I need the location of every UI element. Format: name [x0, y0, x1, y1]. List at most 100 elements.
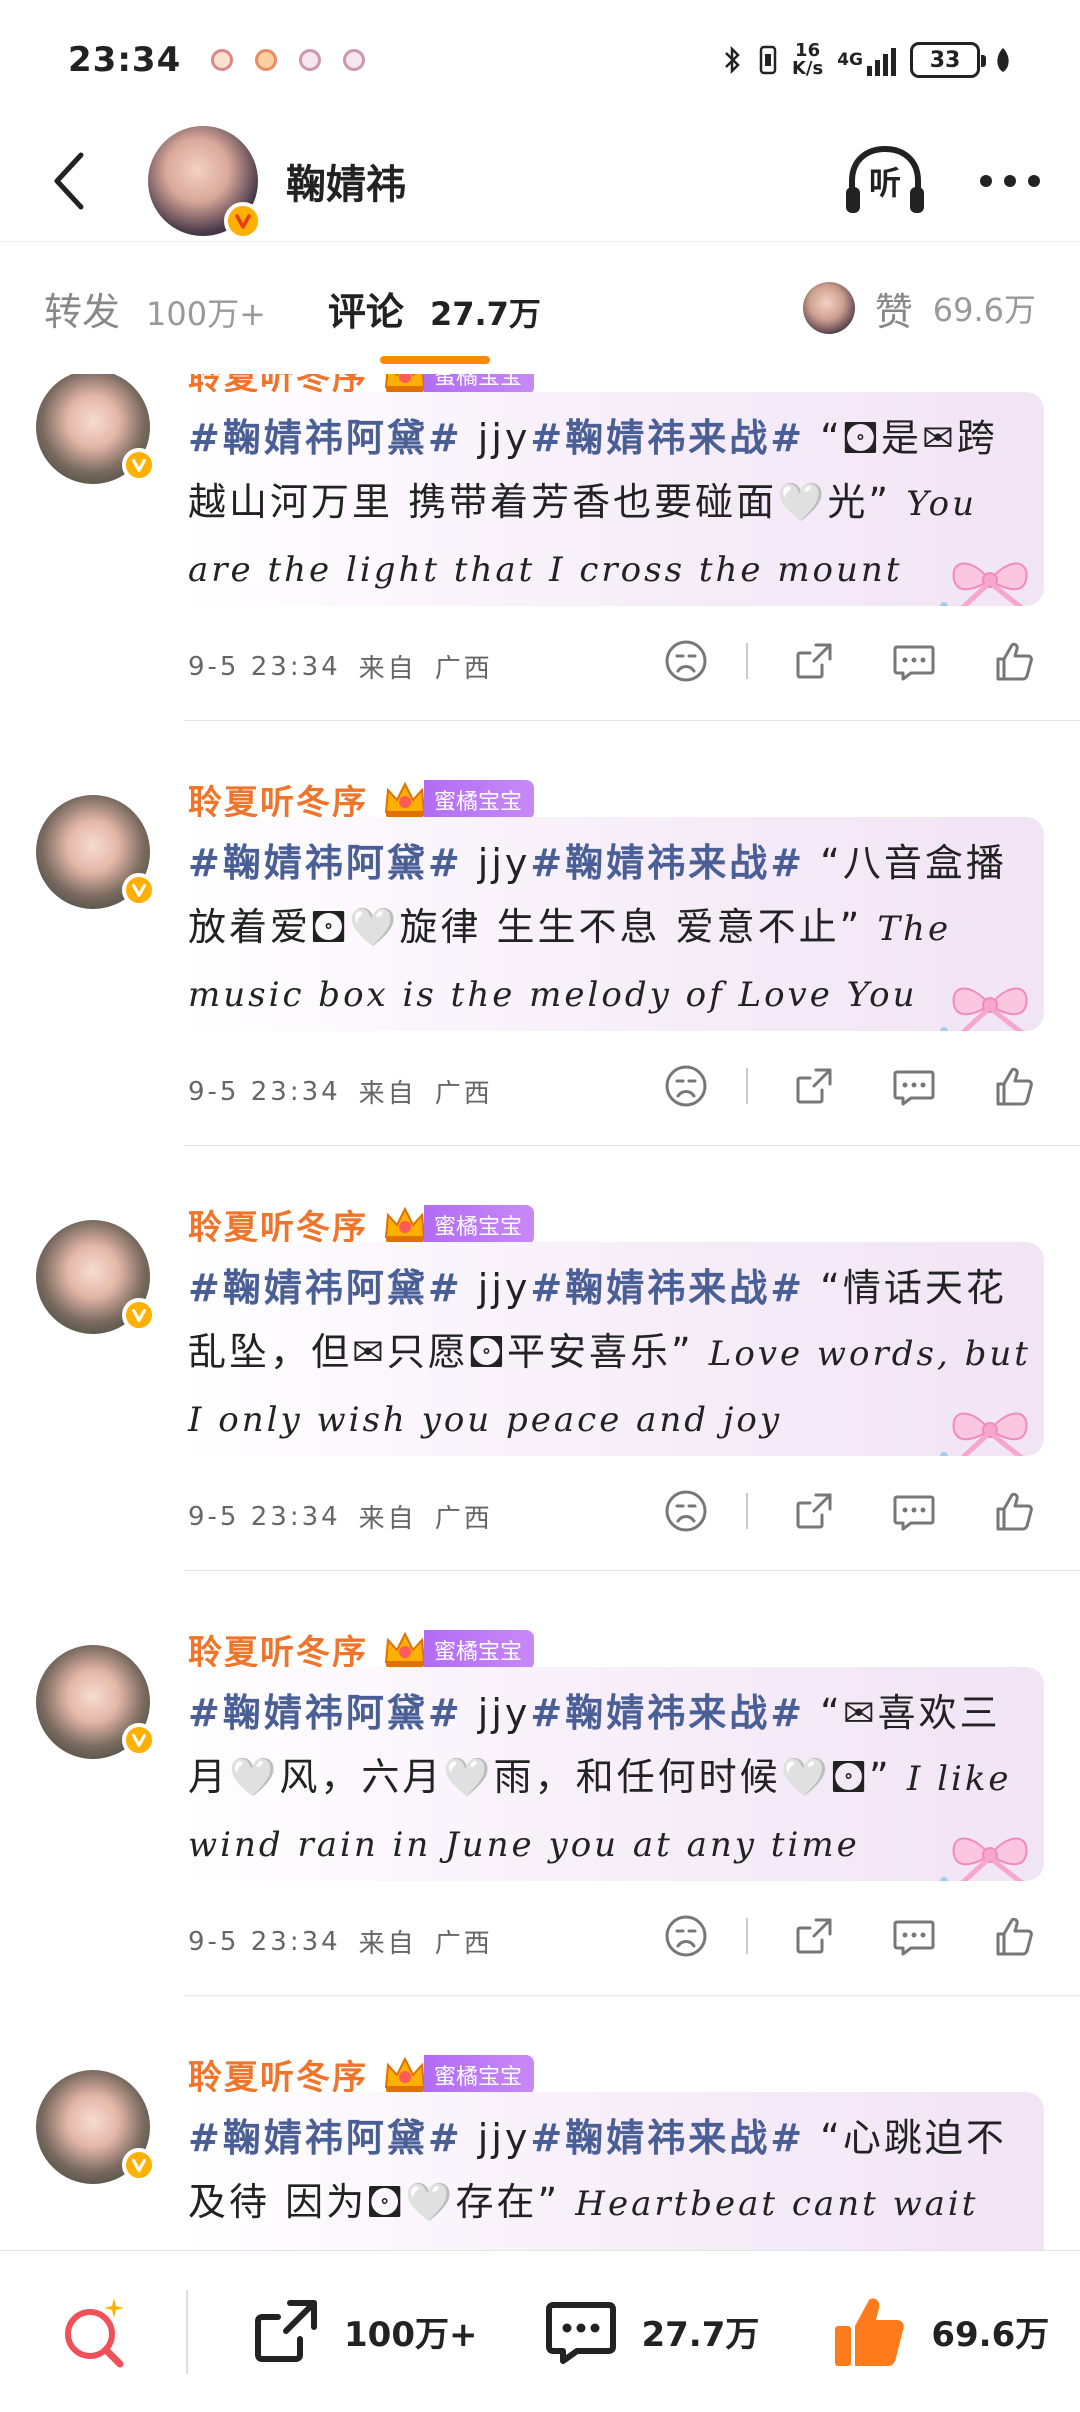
comment-bubble[interactable]: #鞠婧祎阿黛# jjy#鞠婧祎来战# “🖸是✉跨越山河万里 携带着芳香也要碰面🤍… [178, 392, 1044, 606]
fan-badge[interactable]: 蜜橘宝宝 [382, 374, 535, 395]
hashtag-link[interactable]: #鞠婧祎阿黛# [188, 1266, 463, 1310]
fan-badge[interactable]: 蜜橘宝宝 [382, 1629, 535, 1670]
hashtag-link[interactable]: #鞠婧祎来战# [530, 1691, 805, 1735]
comment-icon [893, 1495, 935, 1531]
hashtag-link[interactable]: #鞠婧祎来战# [530, 841, 805, 885]
comment-location: 广西 [434, 1504, 493, 1534]
network-indicator: 4G [837, 44, 896, 76]
status-time: 23:34 [68, 40, 182, 80]
notification-icon [299, 49, 322, 71]
commenter-avatar[interactable] [36, 1220, 156, 1334]
fan-badge[interactable]: 蜜橘宝宝 [382, 779, 535, 820]
author-name[interactable]: 鞠婧祎 [286, 152, 406, 210]
thumbs-up-filled-icon [835, 2297, 905, 2366]
tab-likes[interactable]: 赞 69.6万 [802, 281, 1036, 336]
dot-icon [980, 174, 992, 187]
hashtag-link[interactable]: #鞠婧祎阿黛# [188, 416, 463, 460]
more-options-button[interactable] [980, 174, 1040, 187]
comment-divider [184, 1570, 1080, 1571]
dislike-button[interactable] [660, 1060, 712, 1112]
repost-button[interactable] [788, 1060, 840, 1112]
like-button[interactable] [988, 635, 1040, 687]
action-divider [746, 1493, 748, 1529]
post-tabs: 转发 100万+ 评论 27.7万 赞 69.6万 [0, 243, 1080, 373]
like-button[interactable] [988, 1485, 1040, 1537]
fan-badge-label: 蜜橘宝宝 [424, 2054, 535, 2095]
bottom-like-button[interactable]: 69.6万 [831, 2294, 1049, 2370]
comment-bubble[interactable]: #鞠婧祎阿黛# jjy#鞠婧祎来战# “情话天花乱坠，但✉只愿🖸平安喜乐” Lo… [178, 1242, 1044, 1456]
comment-english-text: Heartbeat cant wait [575, 2184, 979, 2224]
hashtag-link[interactable]: #鞠婧祎来战# [530, 1266, 805, 1310]
hashtag-link[interactable]: #鞠婧祎阿黛# [188, 2116, 463, 2160]
comment-location: 广西 [434, 1929, 493, 1959]
system-status: 16 K/s 4G 33 [722, 42, 1012, 78]
comment-text: #鞠婧祎阿黛# jjy#鞠婧祎来战# “🖸是✉跨越山河万里 携带着芳香也要碰面🤍… [188, 406, 1032, 602]
tab-label: 评论 [327, 289, 404, 334]
reply-button[interactable] [888, 1060, 940, 1112]
commenter-avatar[interactable] [36, 795, 156, 909]
reply-button[interactable] [888, 1910, 940, 1962]
author-avatar[interactable] [148, 125, 262, 240]
commenter-avatar[interactable] [36, 1645, 156, 1759]
thumbs-up-icon [996, 1492, 1033, 1531]
commenter-avatar[interactable] [36, 374, 156, 484]
repost-button[interactable] [788, 1485, 840, 1537]
tab-label: 赞 [874, 289, 913, 334]
comment-source: 来自 [358, 1079, 417, 1109]
comment-actions [660, 1060, 1040, 1112]
dislike-button[interactable] [660, 635, 712, 687]
comment-meta: 9-5 23:34 来自 广西 [188, 648, 493, 685]
verified-badge-icon [224, 201, 262, 240]
crown-icon [384, 781, 426, 817]
fan-badge[interactable]: 蜜橘宝宝 [382, 2054, 535, 2095]
comment-text: #鞠婧祎阿黛# jjy#鞠婧祎来战# “情话天花乱坠，但✉只愿🖸平安喜乐” Lo… [188, 1256, 1032, 1452]
comment-actions [660, 1910, 1040, 1962]
comment-source: 来自 [358, 654, 417, 684]
comment-divider [184, 1145, 1080, 1146]
bottom-comment-button[interactable]: 27.7万 [543, 2295, 759, 2369]
comment-icon [893, 1920, 935, 1956]
comment-meta: 9-5 23:34 来自 广西 [188, 1073, 493, 1110]
crown-icon [384, 1206, 426, 1242]
fan-badge[interactable]: 蜜橘宝宝 [382, 1204, 535, 1245]
notification-icons [211, 49, 366, 71]
reply-button[interactable] [888, 635, 940, 687]
comment-meta: 9-5 23:34 来自 广西 [188, 1498, 493, 1535]
verified-badge-icon [122, 2148, 156, 2182]
hashtag-link[interactable]: #鞠婧祎阿黛# [188, 841, 463, 885]
tab-label: 转发 [44, 289, 121, 334]
comment-bubble[interactable]: #鞠婧祎阿黛# jjy#鞠婧祎来战# “八音盒播放着爱🖸🤍旋律 生生不息 爱意不… [178, 817, 1044, 1031]
repost-button[interactable] [788, 635, 840, 687]
listen-button[interactable]: 听 [842, 143, 928, 219]
like-button[interactable] [988, 1910, 1040, 1962]
bottom-repost-count: 100万+ [344, 2315, 478, 2355]
charging-leaf-icon [997, 48, 1009, 72]
comment-feed[interactable]: 聆夏听冬序 蜜橘宝宝 #鞠婧祎阿黛# jjy#鞠婧祎来战# “🖸是✉跨越山河万里… [0, 374, 1080, 2250]
dislike-button[interactable] [660, 1910, 712, 1962]
tab-repost[interactable]: 转发 100万+ [44, 281, 266, 336]
header-actions: 听 [842, 143, 1040, 219]
tab-comments[interactable]: 评论 27.7万 [327, 281, 541, 364]
dislike-button[interactable] [660, 1485, 712, 1537]
hashtag-link[interactable]: #鞠婧祎来战# [530, 416, 805, 460]
comment-icon [893, 1070, 935, 1106]
hashtag-link[interactable]: #鞠婧祎阿黛# [188, 1691, 463, 1735]
hashtag-link[interactable]: #鞠婧祎来战# [530, 2116, 805, 2160]
bottom-comment-count: 27.7万 [641, 2315, 760, 2355]
comment-time: 9-5 23:34 [188, 1076, 341, 1107]
action-divider [746, 1068, 748, 1104]
repost-button[interactable] [788, 1910, 840, 1962]
signal-icon [867, 44, 896, 76]
commenter-avatar[interactable] [36, 2070, 156, 2184]
sad-face-icon [665, 640, 707, 682]
comment-bubble[interactable]: #鞠婧祎阿黛# jjy#鞠婧祎来战# “✉喜欢三月🤍风，六月🤍雨，和任何时候🤍🖸… [178, 1667, 1044, 1881]
bottom-repost-button[interactable]: 100万+ [248, 2295, 477, 2369]
bottom-divider [186, 2289, 188, 2374]
search-button[interactable] [56, 2292, 136, 2372]
back-button[interactable] [34, 146, 104, 216]
reply-button[interactable] [888, 1485, 940, 1537]
comment-bubble[interactable]: #鞠婧祎阿黛# jjy#鞠婧祎来战# “心跳迫不及待 因为🖸🤍存在” Heart… [178, 2092, 1044, 2250]
like-button[interactable] [988, 1060, 1040, 1112]
share-icon [796, 1068, 832, 1104]
tab-count: 27.7万 [429, 294, 541, 333]
